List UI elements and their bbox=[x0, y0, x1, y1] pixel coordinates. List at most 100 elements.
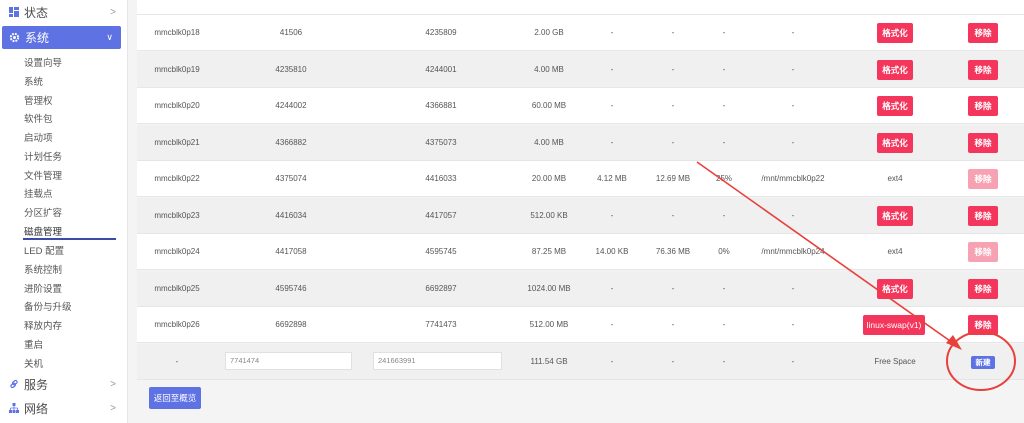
format-button[interactable]: 格式化 bbox=[877, 132, 913, 153]
cell-used: - bbox=[610, 283, 614, 293]
cell-mount: /mnt/mmcblk0p24 bbox=[761, 247, 825, 256]
cell-pct: 25% bbox=[715, 174, 733, 183]
remove-button[interactable]: 移除 bbox=[968, 205, 998, 226]
table-row-free-space: - 7741474 241663991 111.54 GB - - - - Free Space… bbox=[137, 343, 1024, 380]
sidebar-subitem[interactable]: 进阶设置 bbox=[24, 281, 62, 295]
remove-button[interactable]: 移除 bbox=[968, 23, 998, 43]
new-partition-button[interactable]: 新建 bbox=[971, 355, 995, 369]
start-sector-input[interactable]: 7741474 bbox=[225, 351, 352, 370]
remove-button[interactable]: 移除 bbox=[968, 278, 998, 299]
network-icon bbox=[9, 403, 19, 413]
cell-pct: - bbox=[722, 356, 726, 366]
cell-start: 4416034 bbox=[275, 210, 307, 220]
sidebar-subitem[interactable]: 挂载点 bbox=[24, 186, 53, 200]
sidebar-subitem[interactable]: 文件管理 bbox=[24, 168, 62, 182]
end-sector-input[interactable]: 241663991 bbox=[373, 351, 502, 370]
format-button[interactable]: 格式化 bbox=[877, 205, 913, 226]
remove-button[interactable]: 移除 bbox=[968, 132, 998, 153]
cell-mount: - bbox=[791, 28, 795, 37]
cell-pct: - bbox=[722, 28, 726, 37]
sidebar-item-status[interactable]: 状态 > bbox=[0, 0, 128, 24]
format-button[interactable]: 格式化 bbox=[877, 96, 913, 116]
cell-name: mmcblk0p24 bbox=[154, 247, 200, 256]
table-row: mmcblk0p25 4595746 6692897 1024.00 MB - - - - 格式… bbox=[137, 270, 1024, 307]
cell-mount: /mnt/mmcblk0p22 bbox=[761, 174, 825, 183]
table-row: mmcblk0p18 41506 4235809 2.00 GB - - - - 格式化 移除 bbox=[137, 15, 1024, 51]
cell-used: - bbox=[610, 356, 614, 366]
chevron-right-icon: > bbox=[110, 6, 116, 18]
cell-start: 4366882 bbox=[275, 137, 307, 147]
cell-start: 41506 bbox=[279, 28, 303, 37]
remove-button[interactable]: 移除 bbox=[968, 96, 998, 116]
sidebar: 状态 > 系统 ∨ 设置向导 系统 管理权 软件包 启动项 计划任务 文件管理 挂载点 分区扩容… bbox=[0, 0, 128, 423]
cell-name: mmcblk0p25 bbox=[154, 283, 200, 293]
sidebar-subitem[interactable]: 磁盘管理 bbox=[24, 224, 62, 238]
sidebar-subitem[interactable]: 系统控制 bbox=[24, 262, 62, 276]
sidebar-subitem[interactable]: 关机 bbox=[24, 356, 43, 370]
cell-size: 1024.00 MB bbox=[527, 283, 571, 293]
filesystem-button[interactable]: linux-swap(v1) bbox=[863, 315, 925, 335]
format-button[interactable]: 格式化 bbox=[877, 278, 913, 299]
sidebar-subitem[interactable]: 管理权 bbox=[24, 93, 53, 107]
back-to-overview-button[interactable]: 返回至概览 bbox=[149, 387, 201, 409]
cell-size: 87.25 MB bbox=[531, 247, 567, 256]
cell-free: - bbox=[671, 320, 675, 329]
table-row: mmcblk0p26 6692898 7741473 512.00 MB - - - - lin… bbox=[137, 307, 1024, 343]
cell-filesystem: ext4 bbox=[887, 174, 903, 183]
sidebar-subitem[interactable]: 备份与升级 bbox=[24, 299, 72, 313]
cell-end: 4595745 bbox=[425, 247, 457, 256]
sidebar-subitem[interactable]: 计划任务 bbox=[24, 149, 62, 163]
sidebar-subitem[interactable]: 软件包 bbox=[24, 111, 53, 125]
format-button[interactable]: 格式化 bbox=[877, 23, 913, 43]
sidebar-subitem[interactable]: 启动项 bbox=[24, 130, 53, 144]
format-button[interactable]: 格式化 bbox=[877, 59, 913, 80]
sidebar-subitem[interactable]: LED 配置 bbox=[24, 243, 64, 257]
cell-used: - bbox=[610, 64, 614, 74]
cell-filesystem: Free Space bbox=[874, 356, 916, 366]
cell-pct: - bbox=[722, 137, 726, 147]
remove-button: 移除 bbox=[968, 242, 998, 262]
cell-used: - bbox=[610, 320, 614, 329]
sidebar-subitem[interactable]: 系统 bbox=[24, 74, 43, 88]
gear-icon bbox=[9, 32, 20, 43]
sidebar-subitem[interactable]: 释放内存 bbox=[24, 318, 62, 332]
cell-pct: - bbox=[722, 101, 726, 110]
chevron-down-icon: ∨ bbox=[106, 32, 113, 42]
sidebar-item-services[interactable]: 服务 > bbox=[0, 372, 128, 396]
sidebar-item-label: 服务 bbox=[24, 377, 49, 392]
cell-used: - bbox=[610, 210, 614, 220]
table-row: mmcblk0p21 4366882 4375073 4.00 MB - - - - 格式化 移除 bbox=[137, 124, 1024, 161]
remove-button: 移除 bbox=[968, 169, 998, 189]
cell-end: 4375073 bbox=[425, 137, 457, 147]
chevron-right-icon: > bbox=[110, 378, 116, 390]
remove-button[interactable]: 移除 bbox=[968, 315, 998, 335]
cell-pct: - bbox=[722, 320, 726, 329]
chevron-right-icon: > bbox=[110, 402, 116, 414]
sidebar-item-system[interactable]: 系统 ∨ bbox=[2, 26, 121, 49]
table-row: mmcblk0p22 4375074 4416033 20.00 MB 4.12 MB 1… bbox=[137, 161, 1024, 197]
cell-end: 4417057 bbox=[425, 210, 457, 220]
cell-mount: - bbox=[791, 210, 795, 220]
sidebar-subitem[interactable]: 重启 bbox=[24, 337, 43, 351]
cell-free: - bbox=[671, 210, 675, 220]
sidebar-subitem[interactable]: 设置向导 bbox=[24, 55, 62, 69]
table-row bbox=[137, 0, 1024, 15]
sidebar-item-network[interactable]: 网络 > bbox=[0, 396, 128, 420]
cell-used: - bbox=[610, 101, 614, 110]
cell-size: 20.00 MB bbox=[531, 174, 567, 183]
cell-name: mmcblk0p18 bbox=[154, 28, 200, 37]
sidebar-item-label: 网络 bbox=[24, 401, 49, 416]
cell-start: 4417058 bbox=[275, 247, 307, 256]
cell-start: 4235810 bbox=[275, 64, 307, 74]
cell-pct: - bbox=[722, 283, 726, 293]
cell-name: mmcblk0p23 bbox=[154, 210, 200, 220]
cell-free: 12.69 MB bbox=[655, 174, 691, 183]
sidebar-item-label: 系统 bbox=[25, 31, 50, 45]
remove-button[interactable]: 移除 bbox=[968, 59, 998, 80]
cell-used: 4.12 MB bbox=[597, 174, 627, 183]
cell-end: 4244001 bbox=[425, 64, 457, 74]
table-row: mmcblk0p19 4235810 4244001 4.00 MB - - - - 格式化 移除 bbox=[137, 51, 1024, 88]
sidebar-subitem[interactable]: 分区扩容 bbox=[24, 205, 62, 219]
cell-size: 2.00 GB bbox=[534, 28, 564, 37]
sidebar-item-label: 状态 bbox=[24, 5, 49, 20]
